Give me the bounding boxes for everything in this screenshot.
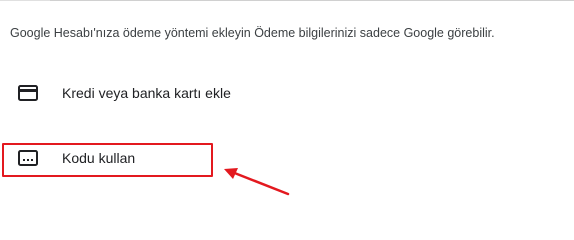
add-card-option[interactable]: Kredi veya banka kartı ekle xyxy=(0,78,574,108)
credit-card-icon xyxy=(18,85,38,101)
payment-description-text: Google Hesabı'nıza ödeme yöntemi ekleyin… xyxy=(10,26,495,40)
highlight-box-annotation xyxy=(2,143,213,177)
payment-method-page: Google Hesabı'nıza ödeme yöntemi ekleyin… xyxy=(0,0,574,201)
top-divider-accent xyxy=(50,0,574,1)
add-card-label: Kredi veya banka kartı ekle xyxy=(62,85,231,101)
pointer-arrow-annotation xyxy=(224,168,290,196)
